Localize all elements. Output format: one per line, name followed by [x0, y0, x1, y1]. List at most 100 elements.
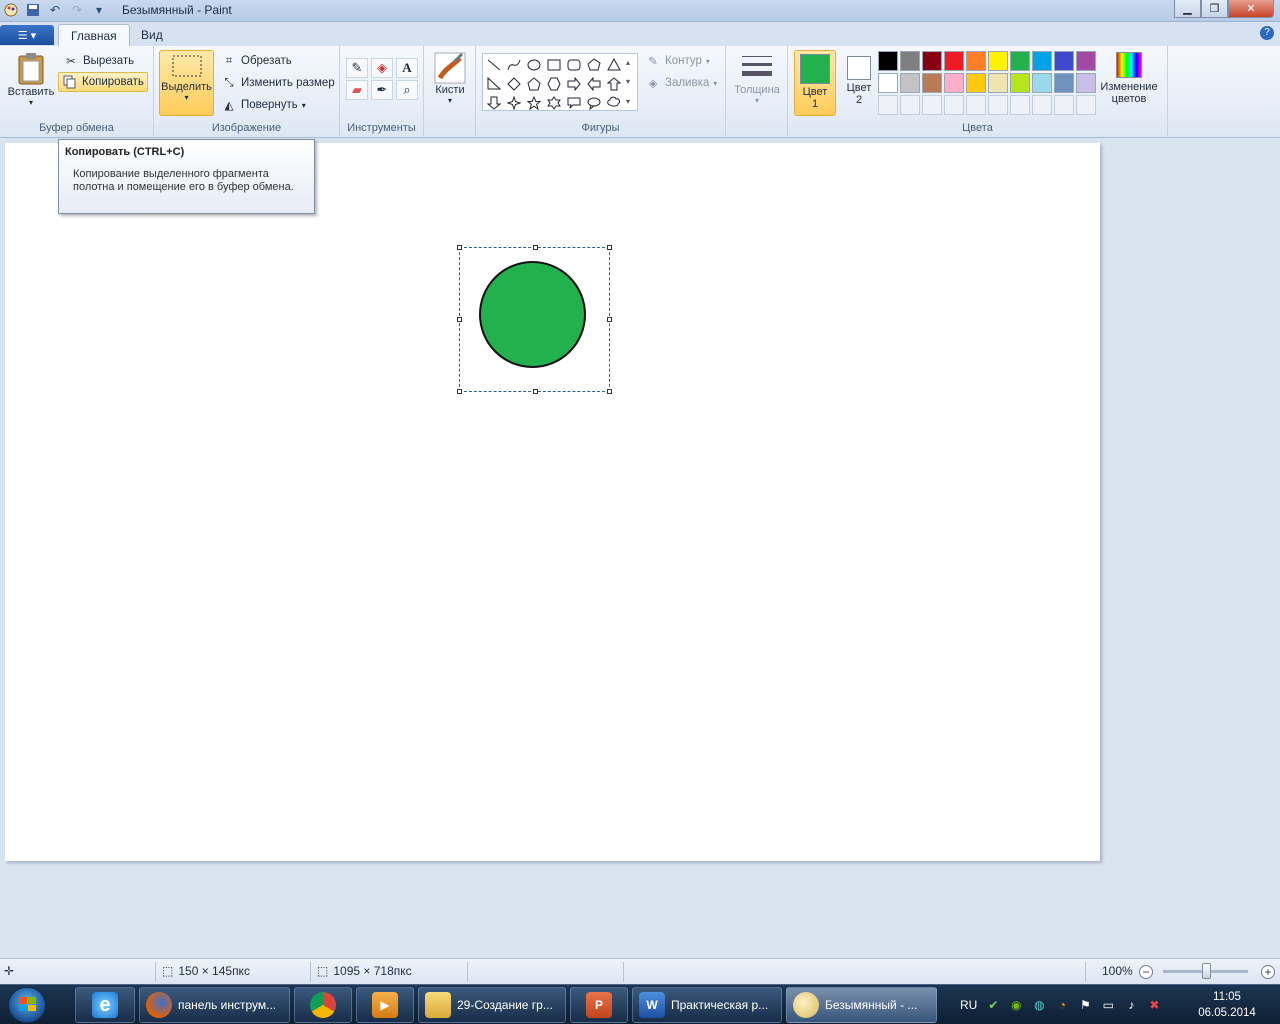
- taskbar-firefox[interactable]: панель инструм...: [139, 987, 290, 1023]
- taskbar-ie[interactable]: e: [75, 987, 135, 1023]
- copy-button[interactable]: Копировать: [58, 72, 148, 92]
- diamond-shape-icon[interactable]: [504, 74, 524, 93]
- palette-color-swatch[interactable]: [1076, 51, 1096, 71]
- palette-custom-slot[interactable]: [1076, 95, 1096, 115]
- four-point-star-shape-icon[interactable]: [504, 93, 524, 112]
- selection-handle[interactable]: [457, 317, 462, 322]
- help-icon[interactable]: ?: [1260, 26, 1274, 40]
- close-button[interactable]: ✕: [1228, 0, 1274, 18]
- paint-app-icon[interactable]: [2, 2, 20, 18]
- fill-button[interactable]: ◈ Заливка ▾: [642, 73, 720, 93]
- taskbar-media-player[interactable]: ▶: [356, 987, 414, 1023]
- taskbar-paint[interactable]: Безымянный - ...: [786, 987, 937, 1023]
- palette-color-swatch[interactable]: [922, 51, 942, 71]
- oval-shape-icon[interactable]: [524, 55, 544, 74]
- rounded-rectangle-shape-icon[interactable]: [564, 55, 584, 74]
- language-indicator[interactable]: RU: [960, 998, 977, 1012]
- zoom-in-button[interactable]: +: [1261, 965, 1275, 979]
- selection-handle[interactable]: [457, 389, 462, 394]
- rotate-button[interactable]: ◭ Повернуть ▾: [218, 95, 309, 115]
- network-tool-icon[interactable]: ✔: [986, 998, 1000, 1012]
- left-arrow-shape-icon[interactable]: [584, 74, 604, 93]
- resize-button[interactable]: ⤡ Изменить размер: [218, 73, 338, 93]
- palette-color-swatch[interactable]: [1076, 73, 1096, 93]
- outline-button[interactable]: ✎ Контур ▾: [642, 51, 713, 71]
- zoom-out-button[interactable]: −: [1139, 965, 1153, 979]
- rectangular-callout-shape-icon[interactable]: [564, 93, 584, 112]
- taskbar-word[interactable]: W Практическая р...: [632, 987, 782, 1023]
- palette-color-swatch[interactable]: [900, 73, 920, 93]
- palette-color-swatch[interactable]: [966, 73, 986, 93]
- palette-color-swatch[interactable]: [1010, 51, 1030, 71]
- shapes-scroll-up-icon[interactable]: ▴: [626, 58, 630, 67]
- system-clock[interactable]: 11:05 06.05.2014: [1196, 989, 1258, 1021]
- palette-custom-slot[interactable]: [900, 95, 920, 115]
- palette-color-swatch[interactable]: [1010, 73, 1030, 93]
- palette-color-swatch[interactable]: [988, 73, 1008, 93]
- minimize-button[interactable]: ▁: [1174, 0, 1201, 18]
- fill-bucket-icon[interactable]: ◈: [371, 58, 393, 78]
- palette-custom-slot[interactable]: [944, 95, 964, 115]
- taskbar-powerpoint[interactable]: P: [570, 987, 628, 1023]
- shapes-expand-icon[interactable]: ▾: [626, 97, 630, 106]
- curve-shape-icon[interactable]: [504, 55, 524, 74]
- palette-custom-slot[interactable]: [1032, 95, 1052, 115]
- rectangle-shape-icon[interactable]: [544, 55, 564, 74]
- six-point-star-shape-icon[interactable]: [544, 93, 564, 112]
- palette-color-swatch[interactable]: [944, 73, 964, 93]
- palette-color-swatch[interactable]: [1032, 51, 1052, 71]
- selection-handle[interactable]: [457, 245, 462, 250]
- taskbar-explorer[interactable]: 29-Создание гр...: [418, 987, 566, 1023]
- up-arrow-shape-icon[interactable]: [604, 74, 624, 93]
- palette-color-swatch[interactable]: [922, 73, 942, 93]
- palette-color-swatch[interactable]: [944, 51, 964, 71]
- right-triangle-shape-icon[interactable]: [484, 74, 504, 93]
- palette-custom-slot[interactable]: [878, 95, 898, 115]
- palette-color-swatch[interactable]: [900, 51, 920, 71]
- magnifier-icon[interactable]: ⌕: [396, 80, 418, 100]
- selection-handle[interactable]: [607, 317, 612, 322]
- save-icon[interactable]: [24, 2, 42, 18]
- customize-qat-icon[interactable]: ▾: [90, 2, 108, 18]
- select-button[interactable]: Выделить ▾: [159, 50, 214, 116]
- pentagon-shape-icon[interactable]: [524, 74, 544, 93]
- palette-custom-slot[interactable]: [922, 95, 942, 115]
- selection-handle[interactable]: [607, 389, 612, 394]
- palette-color-swatch[interactable]: [966, 51, 986, 71]
- zoom-slider-thumb[interactable]: [1202, 963, 1211, 979]
- tab-home[interactable]: Главная: [58, 24, 130, 47]
- palette-custom-slot[interactable]: [966, 95, 986, 115]
- volume-icon[interactable]: ♪: [1124, 998, 1138, 1012]
- five-point-star-shape-icon[interactable]: [524, 93, 544, 112]
- crop-button[interactable]: ⌗ Обрезать: [218, 51, 295, 71]
- shapes-scroll-down-icon[interactable]: ▾: [626, 77, 630, 86]
- tab-view[interactable]: Вид: [129, 24, 175, 47]
- line-shape-icon[interactable]: [484, 55, 504, 74]
- triangle-shape-icon[interactable]: [604, 55, 624, 74]
- right-arrow-shape-icon[interactable]: [564, 74, 584, 93]
- network-icon[interactable]: ▭: [1101, 998, 1115, 1012]
- text-tool-icon[interactable]: A: [396, 58, 418, 78]
- palette-color-swatch[interactable]: [1054, 51, 1074, 71]
- palette-color-swatch[interactable]: [878, 51, 898, 71]
- paste-button[interactable]: Вставить ▾: [6, 52, 56, 107]
- oval-callout-shape-icon[interactable]: [584, 93, 604, 112]
- palette-color-swatch[interactable]: [1054, 73, 1074, 93]
- hexagon-shape-icon[interactable]: [544, 74, 564, 93]
- cloud-callout-shape-icon[interactable]: [604, 93, 624, 112]
- paint-menu-button[interactable]: ☰ ▾: [0, 25, 54, 45]
- polygon-shape-icon[interactable]: [584, 55, 604, 74]
- selection-handle[interactable]: [533, 389, 538, 394]
- palette-color-swatch[interactable]: [878, 73, 898, 93]
- taskbar-chrome[interactable]: [294, 987, 352, 1023]
- updater-icon[interactable]: ◔: [1055, 998, 1069, 1012]
- redo-icon[interactable]: ↷: [68, 2, 86, 18]
- color1-button[interactable]: Цвет 1: [794, 50, 836, 116]
- palette-custom-slot[interactable]: [988, 95, 1008, 115]
- palette-custom-slot[interactable]: [1010, 95, 1030, 115]
- color2-button[interactable]: Цвет 2: [840, 53, 878, 106]
- action-center-flag-icon[interactable]: ⚑: [1078, 998, 1092, 1012]
- nvidia-icon[interactable]: ◉: [1009, 998, 1023, 1012]
- undo-icon[interactable]: ↶: [46, 2, 64, 18]
- palette-custom-slot[interactable]: [1054, 95, 1074, 115]
